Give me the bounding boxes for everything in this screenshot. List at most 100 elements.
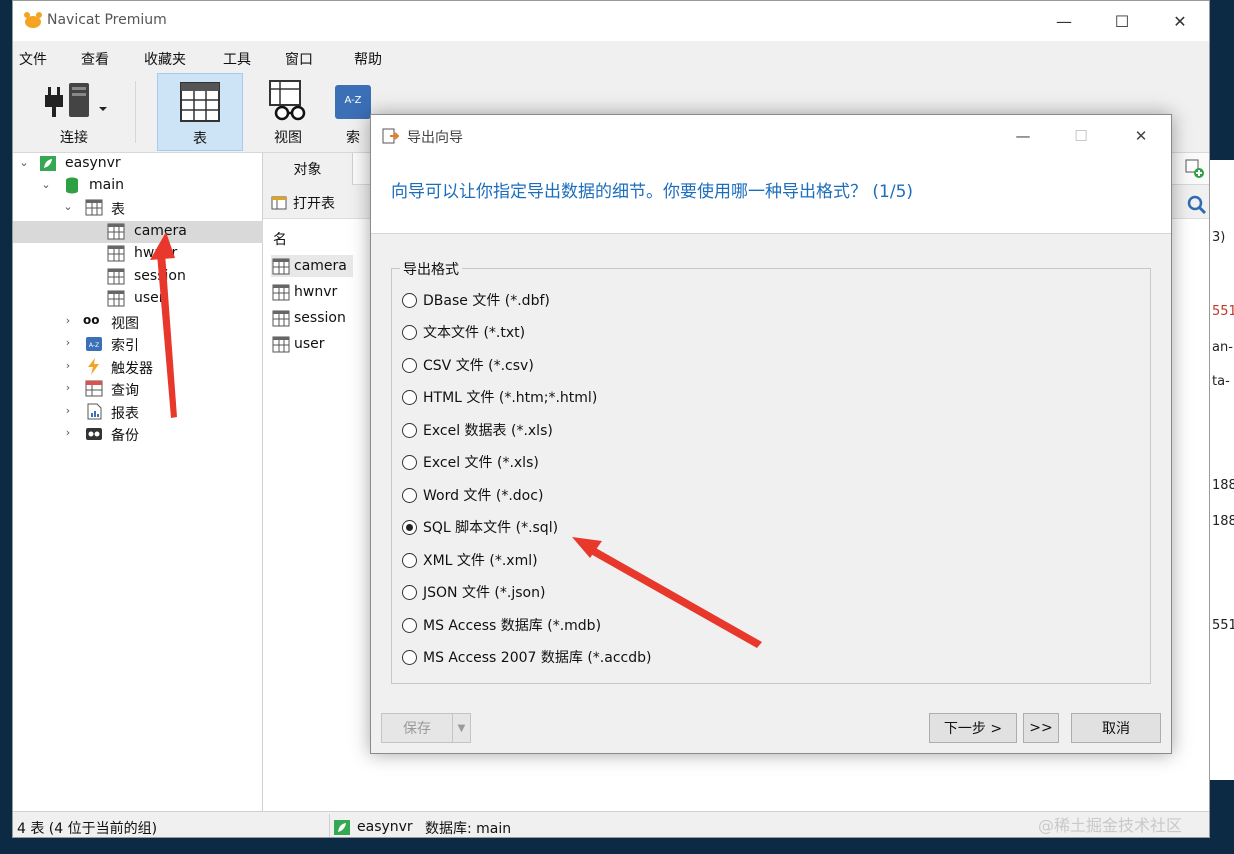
radio-checked-icon[interactable] <box>402 519 417 535</box>
object-row-session[interactable]: session <box>271 307 346 329</box>
tree-tables-group[interactable]: ⌄ 表 <box>13 197 263 219</box>
new-object-icon[interactable] <box>1185 159 1205 179</box>
tree-group-triggers[interactable]: › 触发器 <box>13 356 263 378</box>
radio-icon[interactable] <box>402 389 417 405</box>
format-option-doc[interactable]: Word 文件 (*.doc) <box>402 484 543 506</box>
cancel-button[interactable]: 取消 <box>1071 713 1161 743</box>
format-option-xml[interactable]: XML 文件 (*.xml) <box>402 549 538 571</box>
chevron-right-icon[interactable]: › <box>61 404 75 418</box>
minimize-button[interactable]: — <box>1035 1 1093 41</box>
close-button[interactable]: ✕ <box>1151 1 1209 41</box>
tree-group-backups[interactable]: › 备份 <box>13 423 263 445</box>
next-button[interactable]: 下一步 > <box>929 713 1017 743</box>
object-row-camera[interactable]: camera <box>271 255 353 277</box>
dialog-maximize-button: ☐ <box>1074 127 1088 145</box>
tree-group-reports[interactable]: › 报表 <box>13 401 263 423</box>
menu-view[interactable]: 查看 <box>81 49 109 69</box>
peek-text: 551 <box>1212 618 1234 633</box>
chevron-right-icon[interactable]: › <box>61 426 75 440</box>
export-format-group: 导出格式 DBase 文件 (*.dbf) 文本文件 (*.txt) CSV 文… <box>391 259 1151 684</box>
format-option-accdb[interactable]: MS Access 2007 数据库 (*.accdb) <box>402 646 651 668</box>
maximize-button[interactable]: ☐ <box>1093 1 1151 41</box>
app-title: Navicat Premium <box>47 12 167 28</box>
radio-icon[interactable] <box>402 649 417 665</box>
chevron-down-icon[interactable]: ⌄ <box>39 178 53 192</box>
format-option-dbf[interactable]: DBase 文件 (*.dbf) <box>402 289 550 311</box>
radio-icon[interactable] <box>402 324 417 340</box>
format-option-txt[interactable]: 文本文件 (*.txt) <box>402 321 525 343</box>
format-option-json[interactable]: JSON 文件 (*.json) <box>402 581 545 603</box>
object-row-hwnvr[interactable]: hwnvr <box>271 281 337 303</box>
tree-group-label: 查询 <box>111 383 139 399</box>
peek-text: ta- <box>1212 374 1230 389</box>
backup-tape-icon <box>86 428 102 440</box>
tree-table-label: user <box>134 290 165 306</box>
tree-table-user[interactable]: user <box>13 288 263 310</box>
tree-table-hwnvr[interactable]: hwnvr <box>13 243 263 265</box>
tree-connection-label: easynvr <box>65 155 121 171</box>
menu-favorites[interactable]: 收藏夹 <box>144 49 186 69</box>
peek-text: 188 <box>1212 514 1234 529</box>
chevron-down-icon[interactable]: ⌄ <box>61 200 75 214</box>
tree-group-indexes[interactable]: › A-Z 索引 <box>13 333 263 355</box>
open-table-label: 打开表 <box>293 196 335 212</box>
object-row-label: camera <box>294 258 347 274</box>
tree-group-queries[interactable]: › 查询 <box>13 378 263 400</box>
dialog-close-button[interactable]: ✕ <box>1121 121 1161 151</box>
object-row-label: session <box>294 310 346 326</box>
index-button[interactable]: A-Z 索 <box>333 73 373 151</box>
radio-icon[interactable] <box>402 292 417 308</box>
table-icon <box>107 268 125 285</box>
open-table-button[interactable]: 打开表 <box>271 193 335 213</box>
peek-text: an- <box>1212 340 1233 355</box>
menu-window[interactable]: 窗口 <box>285 49 313 69</box>
tree-group-views[interactable]: › oo 视图 <box>13 311 263 333</box>
connect-button[interactable]: 连接 <box>21 73 127 151</box>
radio-icon[interactable] <box>402 617 417 633</box>
menu-help[interactable]: 帮助 <box>354 49 382 69</box>
format-option-csv[interactable]: CSV 文件 (*.csv) <box>402 354 534 376</box>
table-button[interactable]: 表 <box>157 73 243 151</box>
dialog-minimize-button[interactable]: — <box>1003 121 1043 151</box>
table-icon <box>272 284 290 300</box>
radio-icon[interactable] <box>402 552 417 568</box>
tree-table-label: session <box>134 268 186 284</box>
radio-icon[interactable] <box>402 454 417 470</box>
view-button[interactable]: 视图 <box>245 73 331 151</box>
wizard-heading: 向导可以让你指定导出数据的细节。你要使用哪一种导出格式？ (1/5) <box>391 182 914 202</box>
menu-file[interactable]: 文件 <box>19 49 47 69</box>
tree-table-session[interactable]: session <box>13 266 263 288</box>
skip-to-end-button[interactable]: >> <box>1023 713 1059 743</box>
tree-connection-easynvr[interactable]: ⌄ easynvr <box>13 153 263 175</box>
format-option-xls-file[interactable]: Excel 文件 (*.xls) <box>402 451 539 473</box>
chevron-down-icon[interactable]: ⌄ <box>17 156 31 170</box>
chevron-right-icon[interactable]: › <box>61 314 75 328</box>
database-icon <box>66 177 78 194</box>
radio-icon[interactable] <box>402 422 417 438</box>
name-column-header[interactable]: 名 <box>273 229 287 249</box>
format-option-mdb[interactable]: MS Access 数据库 (*.mdb) <box>402 614 601 636</box>
svg-text:A-Z: A-Z <box>89 342 99 349</box>
tree-table-camera[interactable]: camera <box>13 221 263 243</box>
toolbar-separator <box>135 81 136 143</box>
format-option-label: 文本文件 (*.txt) <box>423 325 526 341</box>
watermark: @稀土掘金技术社区 <box>1038 816 1183 835</box>
connection-leaf-icon <box>334 819 350 835</box>
format-option-sql[interactable]: SQL 脚本文件 (*.sql) <box>402 516 558 538</box>
radio-icon[interactable] <box>402 357 417 373</box>
object-row-user[interactable]: user <box>271 333 325 355</box>
format-option-xls-sheet[interactable]: Excel 数据表 (*.xls) <box>402 419 553 441</box>
tree-database-main[interactable]: ⌄ main <box>13 175 263 197</box>
chevron-right-icon[interactable]: › <box>61 336 75 350</box>
search-icon[interactable] <box>1187 195 1207 215</box>
tab-objects[interactable]: 对象 <box>263 153 353 185</box>
chevron-right-icon[interactable]: › <box>61 381 75 395</box>
save-dropdown-chevron-icon: ▼ <box>452 713 471 743</box>
plug-icon <box>45 83 107 117</box>
view-glasses-icon: oo <box>83 313 100 327</box>
radio-icon[interactable] <box>402 584 417 600</box>
radio-icon[interactable] <box>402 487 417 503</box>
chevron-right-icon[interactable]: › <box>61 359 75 373</box>
format-option-html[interactable]: HTML 文件 (*.htm;*.html) <box>402 386 597 408</box>
menu-tools[interactable]: 工具 <box>223 49 251 69</box>
